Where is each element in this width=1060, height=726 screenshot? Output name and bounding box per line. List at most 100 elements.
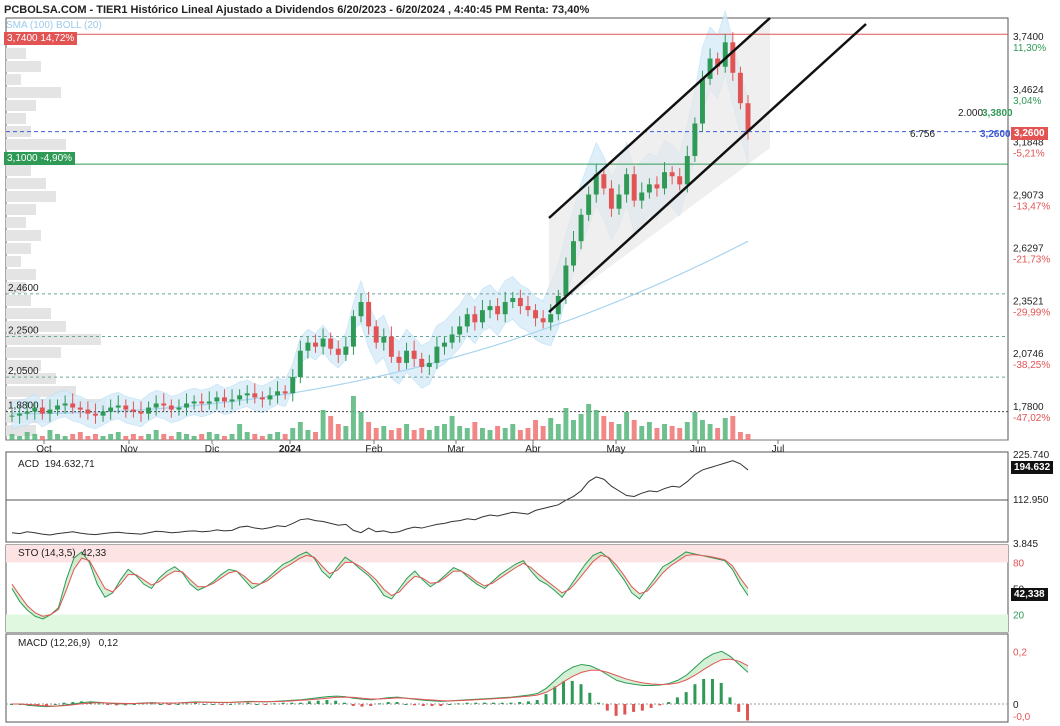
volume-bar bbox=[108, 434, 114, 440]
candle-body bbox=[115, 405, 121, 408]
candle-body bbox=[646, 184, 652, 193]
candle-body bbox=[244, 393, 250, 396]
volume-bar bbox=[639, 426, 645, 440]
sto-overbought-zone bbox=[6, 545, 1008, 563]
y-tick-pct: 3,04% bbox=[1013, 96, 1041, 107]
candle-body bbox=[608, 188, 614, 209]
top-level-badge: 3,7400 14,72% bbox=[4, 32, 78, 45]
macd-histogram-bar bbox=[334, 700, 338, 704]
y-tick-label: 2,6297 bbox=[1013, 243, 1044, 254]
volume-bar bbox=[555, 424, 561, 440]
volume-bar bbox=[199, 434, 205, 440]
macd-histogram-bar bbox=[53, 704, 57, 705]
volume-profile-bar bbox=[6, 191, 56, 202]
candle-body bbox=[70, 403, 76, 408]
candle-body bbox=[92, 413, 98, 416]
candle-body bbox=[457, 326, 463, 335]
volume-bar bbox=[366, 422, 372, 440]
candle-body bbox=[411, 350, 417, 359]
candle-body bbox=[123, 405, 129, 410]
macd-histogram-bar bbox=[290, 702, 294, 704]
volume-bar bbox=[191, 436, 197, 440]
last-price-blue: 3,2600 bbox=[980, 129, 1011, 140]
volume-bar bbox=[39, 436, 45, 440]
volume-bar bbox=[563, 408, 569, 440]
y-tick-pct: -13,47% bbox=[1013, 202, 1050, 213]
last-price-badge: 3,2600 bbox=[1011, 127, 1048, 140]
candle-body bbox=[419, 358, 425, 367]
macd-histogram-bar bbox=[264, 704, 268, 705]
volume-bar bbox=[229, 434, 235, 440]
volume-bar bbox=[654, 428, 660, 440]
acd-axis-label: 225.740 bbox=[1013, 450, 1050, 461]
macd-histogram-bar bbox=[307, 701, 311, 704]
volume-bar bbox=[578, 414, 584, 440]
volume-profile-bar bbox=[6, 230, 41, 241]
volume-bar bbox=[707, 424, 713, 440]
candle-body bbox=[373, 326, 379, 343]
volume-bar bbox=[115, 432, 121, 440]
y-tick-pct: -21,73% bbox=[1013, 254, 1050, 265]
candle-body bbox=[540, 318, 546, 323]
volume-bar bbox=[722, 418, 728, 440]
volume-bar bbox=[404, 424, 410, 440]
candle-body bbox=[722, 42, 728, 67]
sto-last-badge: 42,338 bbox=[1011, 588, 1048, 601]
candle-body bbox=[479, 310, 485, 323]
volume-bar bbox=[290, 428, 296, 440]
sto-name: STO (14,3,5) bbox=[18, 548, 76, 559]
volume-bar bbox=[586, 404, 592, 440]
candle-body bbox=[502, 302, 508, 315]
macd-histogram-bar bbox=[316, 700, 320, 704]
volume-bar bbox=[343, 426, 349, 440]
macd-name: MACD (12,26,9) bbox=[18, 638, 91, 649]
y-tick-label: 3,7400 bbox=[1013, 32, 1044, 43]
candle-body bbox=[275, 391, 281, 396]
candle-body bbox=[221, 397, 227, 402]
candle-body bbox=[237, 395, 243, 400]
candle-body bbox=[548, 314, 554, 323]
volume-bar bbox=[9, 434, 15, 440]
volume-profile-bar bbox=[6, 165, 31, 176]
candle-body bbox=[191, 401, 197, 404]
y-tick-pct: -38,25% bbox=[1013, 360, 1050, 371]
candle-body bbox=[510, 297, 516, 303]
macd-histogram-bar bbox=[369, 704, 373, 706]
macd-histogram-bar bbox=[246, 702, 250, 704]
candle-body bbox=[199, 401, 205, 404]
x-tick-label: Nov bbox=[120, 444, 138, 455]
volume-bar bbox=[533, 420, 539, 440]
volume-bar bbox=[479, 428, 485, 440]
macd-histogram-bar bbox=[299, 702, 303, 704]
y-tick-label: 3,4624 bbox=[1013, 85, 1044, 96]
acd-title: ACD 194.632,71 bbox=[18, 459, 95, 470]
acd-name: ACD bbox=[18, 459, 40, 470]
candle-body bbox=[426, 362, 432, 367]
chart-canvas[interactable]: 2,46002,25002,05001,88003,740011,30%3,46… bbox=[0, 0, 1060, 726]
volume-bar bbox=[335, 424, 341, 440]
macd-histogram-bar bbox=[167, 704, 171, 705]
macd-histogram-bar bbox=[360, 704, 364, 707]
macd-histogram-bar bbox=[614, 704, 618, 716]
candle-body bbox=[130, 409, 136, 412]
macd-histogram-bar bbox=[176, 704, 180, 705]
volume-bar bbox=[715, 428, 721, 440]
macd-histogram-bar bbox=[465, 702, 469, 704]
y-tick-label: 2,9073 bbox=[1013, 191, 1044, 202]
volume-profile-bar bbox=[6, 48, 26, 59]
volume-bar bbox=[237, 424, 243, 440]
level-label: 2,4600 bbox=[8, 283, 39, 294]
macd-histogram-bar bbox=[588, 692, 592, 704]
volume-bar bbox=[616, 424, 622, 440]
volume-bar bbox=[449, 416, 455, 440]
x-tick-label: Abr bbox=[525, 444, 541, 455]
macd-histogram-bar bbox=[439, 704, 443, 706]
candle-body bbox=[32, 407, 38, 412]
mid-value-b: 3,3800 bbox=[982, 108, 1013, 119]
volume-bar bbox=[100, 436, 106, 440]
candle-body bbox=[434, 346, 440, 363]
macd-histogram-bar bbox=[684, 692, 688, 704]
support-level-pct: -4,90% bbox=[40, 153, 73, 164]
macd-histogram-bar bbox=[158, 704, 162, 705]
macd-value: 0,12 bbox=[98, 638, 119, 649]
